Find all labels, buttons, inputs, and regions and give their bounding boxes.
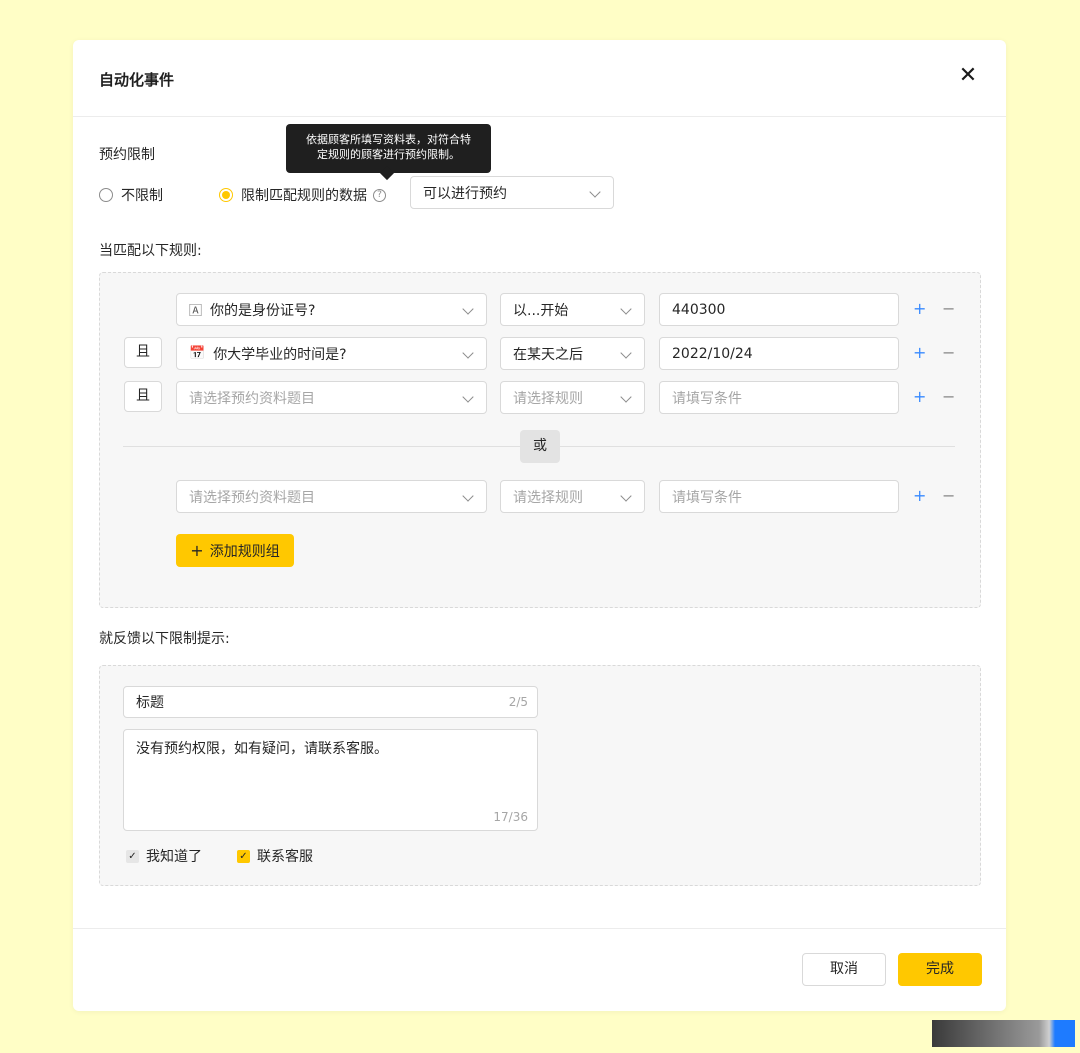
chevron-down-icon — [620, 391, 632, 403]
rule-placeholder-4: 请选择规则 — [513, 489, 583, 506]
help-tooltip: 依据顾客所填写资料表，对符合特 定规则的顾客进行预约限制。 — [286, 124, 491, 173]
feedback-heading: 就反馈以下限制提示: — [99, 631, 230, 647]
radio-limited[interactable]: 限制匹配规则的数据 ? — [219, 185, 386, 205]
text-field-icon: 🄰 — [189, 304, 203, 319]
remove-rule-minus-icon[interactable]: − — [942, 389, 955, 405]
condition-value-2: 2022/10/24 — [672, 345, 753, 362]
radio-limited-label: 限制匹配规则的数据 — [241, 188, 367, 204]
chevron-down-icon — [589, 186, 601, 198]
add-rule-plus-icon[interactable]: + — [913, 488, 926, 504]
radio-unlimited-label: 不限制 — [121, 188, 163, 204]
condition-input-2[interactable]: 2022/10/24 — [659, 337, 899, 370]
check-icon[interactable]: ✓ — [237, 849, 250, 863]
checkbox-ack[interactable]: ✓ 我知道了 — [126, 846, 202, 866]
chevron-down-icon — [462, 347, 474, 359]
condition-input-3[interactable]: 请填写条件 — [659, 381, 899, 414]
radio-limited-circle[interactable] — [219, 188, 233, 202]
question-select-3[interactable]: 请选择预约资料题目 — [176, 381, 487, 414]
rules-heading: 当匹配以下规则: — [99, 243, 202, 259]
modal-footer-divider — [73, 928, 1006, 929]
question-placeholder-4: 请选择预约资料题目 — [189, 489, 315, 506]
remove-rule-minus-icon[interactable]: − — [942, 301, 955, 317]
condition-input-1[interactable]: 440300 — [659, 293, 899, 326]
question-placeholder-3: 请选择预约资料题目 — [189, 390, 315, 407]
rule-value-1: 以...开始 — [513, 302, 569, 319]
chevron-down-icon — [462, 490, 474, 502]
booking-limit-label: 预约限制 — [99, 147, 155, 163]
corner-widget — [932, 1020, 1075, 1047]
add-rule-plus-icon[interactable]: + — [913, 389, 926, 405]
chevron-down-icon — [620, 347, 632, 359]
feedback-title-value: 标题 — [136, 695, 164, 711]
booking-action-value: 可以进行预约 — [423, 185, 507, 202]
add-rule-group-button[interactable]: + 添加规则组 — [176, 534, 294, 567]
help-question-icon[interactable]: ? — [373, 188, 386, 202]
or-badge: 或 — [520, 430, 560, 463]
rule-select-4[interactable]: 请选择规则 — [500, 480, 645, 513]
chevron-down-icon — [462, 303, 474, 315]
checkbox-contact[interactable]: ✓ 联系客服 — [237, 846, 313, 866]
question-value-1: 你的是身份证号? — [210, 302, 316, 319]
rule-value-2: 在某天之后 — [513, 346, 583, 363]
booking-limit-radio-group: 不限制 限制匹配规则的数据 ? — [99, 183, 386, 207]
condition-input-4[interactable]: 请填写条件 — [659, 480, 899, 513]
chevron-down-icon — [620, 303, 632, 315]
radio-unlimited[interactable]: 不限制 — [99, 185, 163, 205]
rule-placeholder-3: 请选择规则 — [513, 390, 583, 407]
feedback-title-counter: 2/5 — [508, 695, 528, 709]
feedback-message-counter: 17/36 — [493, 810, 528, 824]
question-select-1[interactable]: 🄰 你的是身份证号? — [176, 293, 487, 326]
rule-select-1[interactable]: 以...开始 — [500, 293, 645, 326]
rule-select-3[interactable]: 请选择规则 — [500, 381, 645, 414]
add-rule-group-label: 添加规则组 — [209, 543, 280, 560]
rule-select-2[interactable]: 在某天之后 — [500, 337, 645, 370]
remove-rule-minus-icon[interactable]: − — [942, 488, 955, 504]
add-rule-plus-icon[interactable]: + — [913, 345, 926, 361]
modal-header: 自动化事件 ✕ — [73, 40, 1006, 117]
cancel-button[interactable]: 取消 — [802, 953, 886, 986]
done-button[interactable]: 完成 — [898, 953, 982, 986]
remove-rule-minus-icon[interactable]: − — [942, 345, 955, 361]
condition-value-1: 440300 — [672, 301, 726, 318]
calendar-icon: 📅 — [189, 346, 206, 361]
and-badge: 且 — [124, 337, 162, 368]
add-rule-plus-icon[interactable]: + — [913, 301, 926, 317]
plus-icon: + — [190, 541, 204, 560]
booking-action-select[interactable]: 可以进行预约 — [410, 176, 614, 209]
automation-event-modal: 自动化事件 ✕ 预约限制 依据顾客所填写资料表，对符合特 定规则的顾客进行预约限… — [73, 40, 1006, 1011]
modal-title: 自动化事件 — [99, 71, 175, 89]
chevron-down-icon — [462, 391, 474, 403]
question-select-4[interactable]: 请选择预约资料题目 — [176, 480, 487, 513]
check-icon[interactable]: ✓ — [126, 849, 139, 863]
question-select-2[interactable]: 📅 你大学毕业的时间是? — [176, 337, 487, 370]
tooltip-line-2: 定规则的顾客进行预约限制。 — [317, 148, 460, 161]
condition-placeholder-3: 请填写条件 — [672, 390, 742, 407]
tooltip-line-1: 依据顾客所填写资料表，对符合特 — [306, 133, 471, 146]
chevron-down-icon — [620, 490, 632, 502]
condition-placeholder-4: 请填写条件 — [672, 489, 742, 506]
close-icon[interactable]: ✕ — [958, 65, 978, 87]
checkbox-ack-label: 我知道了 — [146, 849, 202, 865]
and-badge: 且 — [124, 381, 162, 412]
question-value-2: 你大学毕业的时间是? — [213, 346, 347, 363]
feedback-title-input[interactable]: 标题 2/5 — [123, 686, 538, 718]
feedback-message-value: 没有预约权限，如有疑问，请联系客服。 — [136, 741, 388, 757]
feedback-message-textarea[interactable]: 没有预约权限，如有疑问，请联系客服。 17/36 — [123, 729, 538, 831]
checkbox-contact-label: 联系客服 — [257, 849, 313, 865]
radio-unlimited-circle[interactable] — [99, 188, 113, 202]
